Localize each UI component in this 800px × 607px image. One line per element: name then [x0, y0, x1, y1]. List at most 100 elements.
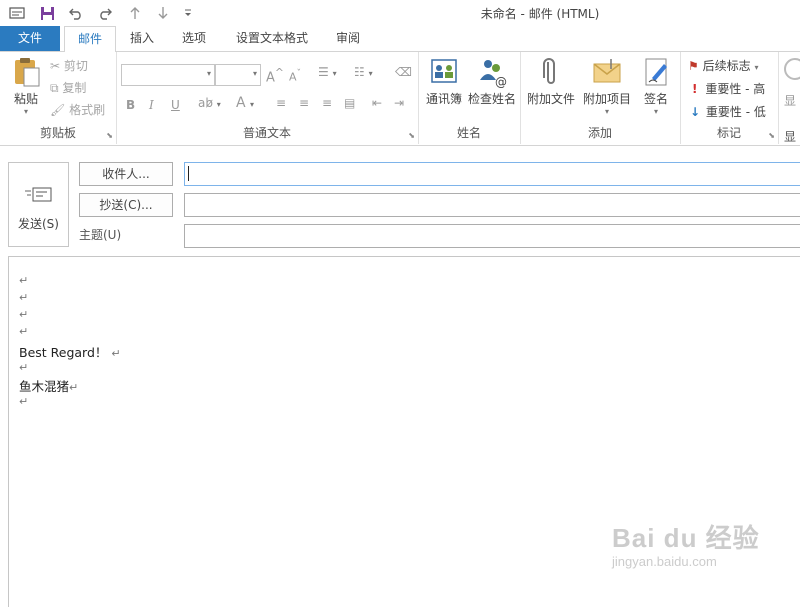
tab-review[interactable]: 审阅 — [328, 26, 368, 51]
justify-icon[interactable]: ▤ — [344, 96, 355, 110]
include-group: 附加文件 附加项目 ▾ 签名 ▾ 添加 — [520, 52, 681, 144]
cc-button[interactable]: 抄送(C)... — [79, 193, 173, 217]
names-group-label: 姓名 — [456, 126, 481, 140]
paragraph-mark: ↵ — [19, 274, 29, 287]
tab-format-text[interactable]: 设置文本格式 — [228, 26, 316, 51]
flag-icon: ⚑ — [688, 59, 699, 73]
envelope-attach-icon — [591, 56, 623, 88]
signature-icon — [640, 56, 672, 88]
closing-text: Best Regard！ — [19, 345, 108, 360]
zoom-group-partial: 显 显 — [778, 52, 800, 144]
zoom-label-partial: 显 — [784, 94, 797, 108]
to-button[interactable]: 收件人... — [79, 162, 173, 186]
follow-up-label: 后续标志 — [702, 59, 751, 73]
paragraph-mark: ↵ — [19, 395, 29, 408]
align-right-icon[interactable]: ≡ — [322, 96, 332, 110]
low-importance-button[interactable]: ↓ 重要性 - 低 — [688, 102, 766, 122]
body-line: 鱼木混猪↵ — [19, 376, 78, 395]
high-importance-label: 重要性 - 高 — [705, 82, 766, 96]
chevron-down-icon: ▾ — [252, 69, 257, 78]
send-label: 发送(S) — [18, 217, 59, 231]
zoom-icon[interactable] — [784, 58, 800, 80]
tab-options[interactable]: 选项 — [174, 26, 214, 51]
paragraph-mark: ↵ — [19, 325, 29, 338]
bold-icon[interactable]: B — [126, 98, 135, 112]
dialog-launcher-icon[interactable]: ⬊ — [768, 131, 775, 140]
watermark-url: jingyan.baidu.com — [612, 554, 717, 569]
attach-item-label: 附加项目 — [582, 92, 631, 106]
paragraph-mark: ↵ — [19, 361, 29, 374]
include-group-label: 添加 — [587, 126, 612, 140]
text-caret — [188, 166, 189, 181]
italic-icon[interactable]: I — [149, 98, 154, 112]
attach-file-label: 附加文件 — [526, 92, 575, 106]
cut-label: 剪切 — [63, 59, 88, 73]
send-button[interactable]: 发送(S) — [8, 162, 69, 247]
high-importance-button[interactable]: ! 重要性 - 高 — [688, 79, 765, 99]
address-book-button[interactable]: 通讯簿 — [422, 56, 466, 107]
tab-file[interactable]: 文件 — [0, 26, 60, 51]
zoom-group-label-partial: 显 — [784, 130, 797, 144]
format-painter-button[interactable]: 🖌 格式刷 — [50, 100, 105, 120]
clipboard-group-label: 剪贴板 — [39, 126, 76, 140]
basic-text-group: ▾ ▾ A^ Aˇ ☰ ▾ ☷ ▾ ⌫ B I U ab̷ ▾ A ▾ ≡ ≡ … — [116, 52, 419, 144]
numbering-icon[interactable]: ☷ ▾ — [354, 65, 373, 79]
baidu-watermark: Bai du 经验 jingyan.baidu.com — [612, 518, 760, 569]
check-names-button[interactable]: @ 检查姓名 — [466, 56, 518, 107]
align-left-icon[interactable]: ≡ — [276, 96, 286, 110]
scissors-icon: ✂ — [50, 59, 61, 73]
copy-button[interactable]: ⧉ 复制 — [50, 78, 86, 98]
tags-group: ⚑ 后续标志 ▾ ! 重要性 - 高 ↓ 重要性 - 低 标记 ⬊ — [680, 52, 779, 144]
subject-field[interactable] — [184, 224, 800, 248]
attach-item-button[interactable]: 附加项目 ▾ — [580, 56, 634, 116]
chevron-down-icon: ▾ — [206, 69, 211, 78]
dialog-launcher-icon[interactable]: ⬊ — [408, 131, 415, 140]
paragraph-mark: ↵ — [111, 347, 121, 360]
ribbon-tab-bar: 文件 邮件 插入 选项 设置文本格式 审阅 — [0, 26, 800, 53]
cut-button[interactable]: ✂ 剪切 — [50, 56, 88, 76]
body-line: Best Regard！ ↵ — [19, 342, 121, 361]
check-names-label: 检查姓名 — [467, 92, 516, 106]
chevron-down-icon: ▾ — [754, 63, 759, 72]
align-center-icon[interactable]: ≡ — [299, 96, 309, 110]
signature-label: 签名 — [643, 92, 668, 106]
shrink-font-icon[interactable]: Aˇ — [289, 68, 301, 84]
underline-icon[interactable]: U — [171, 98, 180, 112]
attach-file-button[interactable]: 附加文件 — [526, 56, 576, 107]
decrease-indent-icon[interactable]: ⇤ — [372, 96, 382, 110]
brush-icon: 🖌 — [50, 103, 66, 117]
paragraph-mark: ↵ — [19, 291, 29, 304]
basic-text-group-label: 普通文本 — [242, 126, 291, 140]
tab-insert[interactable]: 插入 — [122, 26, 162, 51]
signature-button[interactable]: 签名 ▾ — [636, 56, 676, 116]
format-painter-label: 格式刷 — [69, 103, 106, 117]
ribbon: 粘贴 ▾ ✂ 剪切 ⧉ 复制 🖌 格式刷 剪贴板 ⬊ ▾ ▾ A^ Aˇ ☰ ▾… — [0, 52, 800, 146]
paste-dropdown-icon: ▾ — [23, 107, 28, 116]
watermark-brand: Bai du 经验 — [612, 523, 760, 553]
paste-icon — [10, 56, 42, 88]
svg-text:@: @ — [495, 75, 507, 88]
paste-button[interactable]: 粘贴 ▾ — [6, 56, 46, 116]
check-names-icon: @ — [476, 56, 508, 89]
tags-group-label: 标记 — [716, 126, 741, 140]
bullets-icon[interactable]: ☰ ▾ — [318, 65, 337, 79]
low-importance-label: 重要性 - 低 — [705, 105, 766, 119]
names-group: 通讯簿 @ 检查姓名 姓名 — [418, 52, 521, 144]
font-color-icon[interactable]: A ▾ — [236, 95, 254, 111]
increase-indent-icon[interactable]: ⇥ — [394, 96, 404, 110]
dialog-launcher-icon[interactable]: ⬊ — [106, 131, 113, 140]
tab-message[interactable]: 邮件 — [64, 26, 116, 53]
font-name-combo[interactable]: ▾ — [121, 64, 215, 86]
paragraph-mark: ↵ — [19, 308, 29, 321]
clipboard-group: 粘贴 ▾ ✂ 剪切 ⧉ 复制 🖌 格式刷 剪贴板 ⬊ — [0, 52, 117, 144]
font-size-combo[interactable]: ▾ — [215, 64, 261, 86]
down-arrow-icon: ↓ — [690, 105, 701, 119]
exclamation-icon: ! — [692, 82, 698, 96]
highlight-icon[interactable]: ab̷ ▾ — [198, 96, 221, 110]
cc-field[interactable] — [184, 193, 800, 217]
chevron-down-icon: ▾ — [604, 107, 609, 116]
clear-formatting-icon[interactable]: ⌫ — [395, 65, 412, 79]
to-field[interactable] — [184, 162, 800, 186]
follow-up-button[interactable]: ⚑ 后续标志 ▾ — [688, 56, 758, 76]
grow-font-icon[interactable]: A^ — [266, 66, 284, 85]
